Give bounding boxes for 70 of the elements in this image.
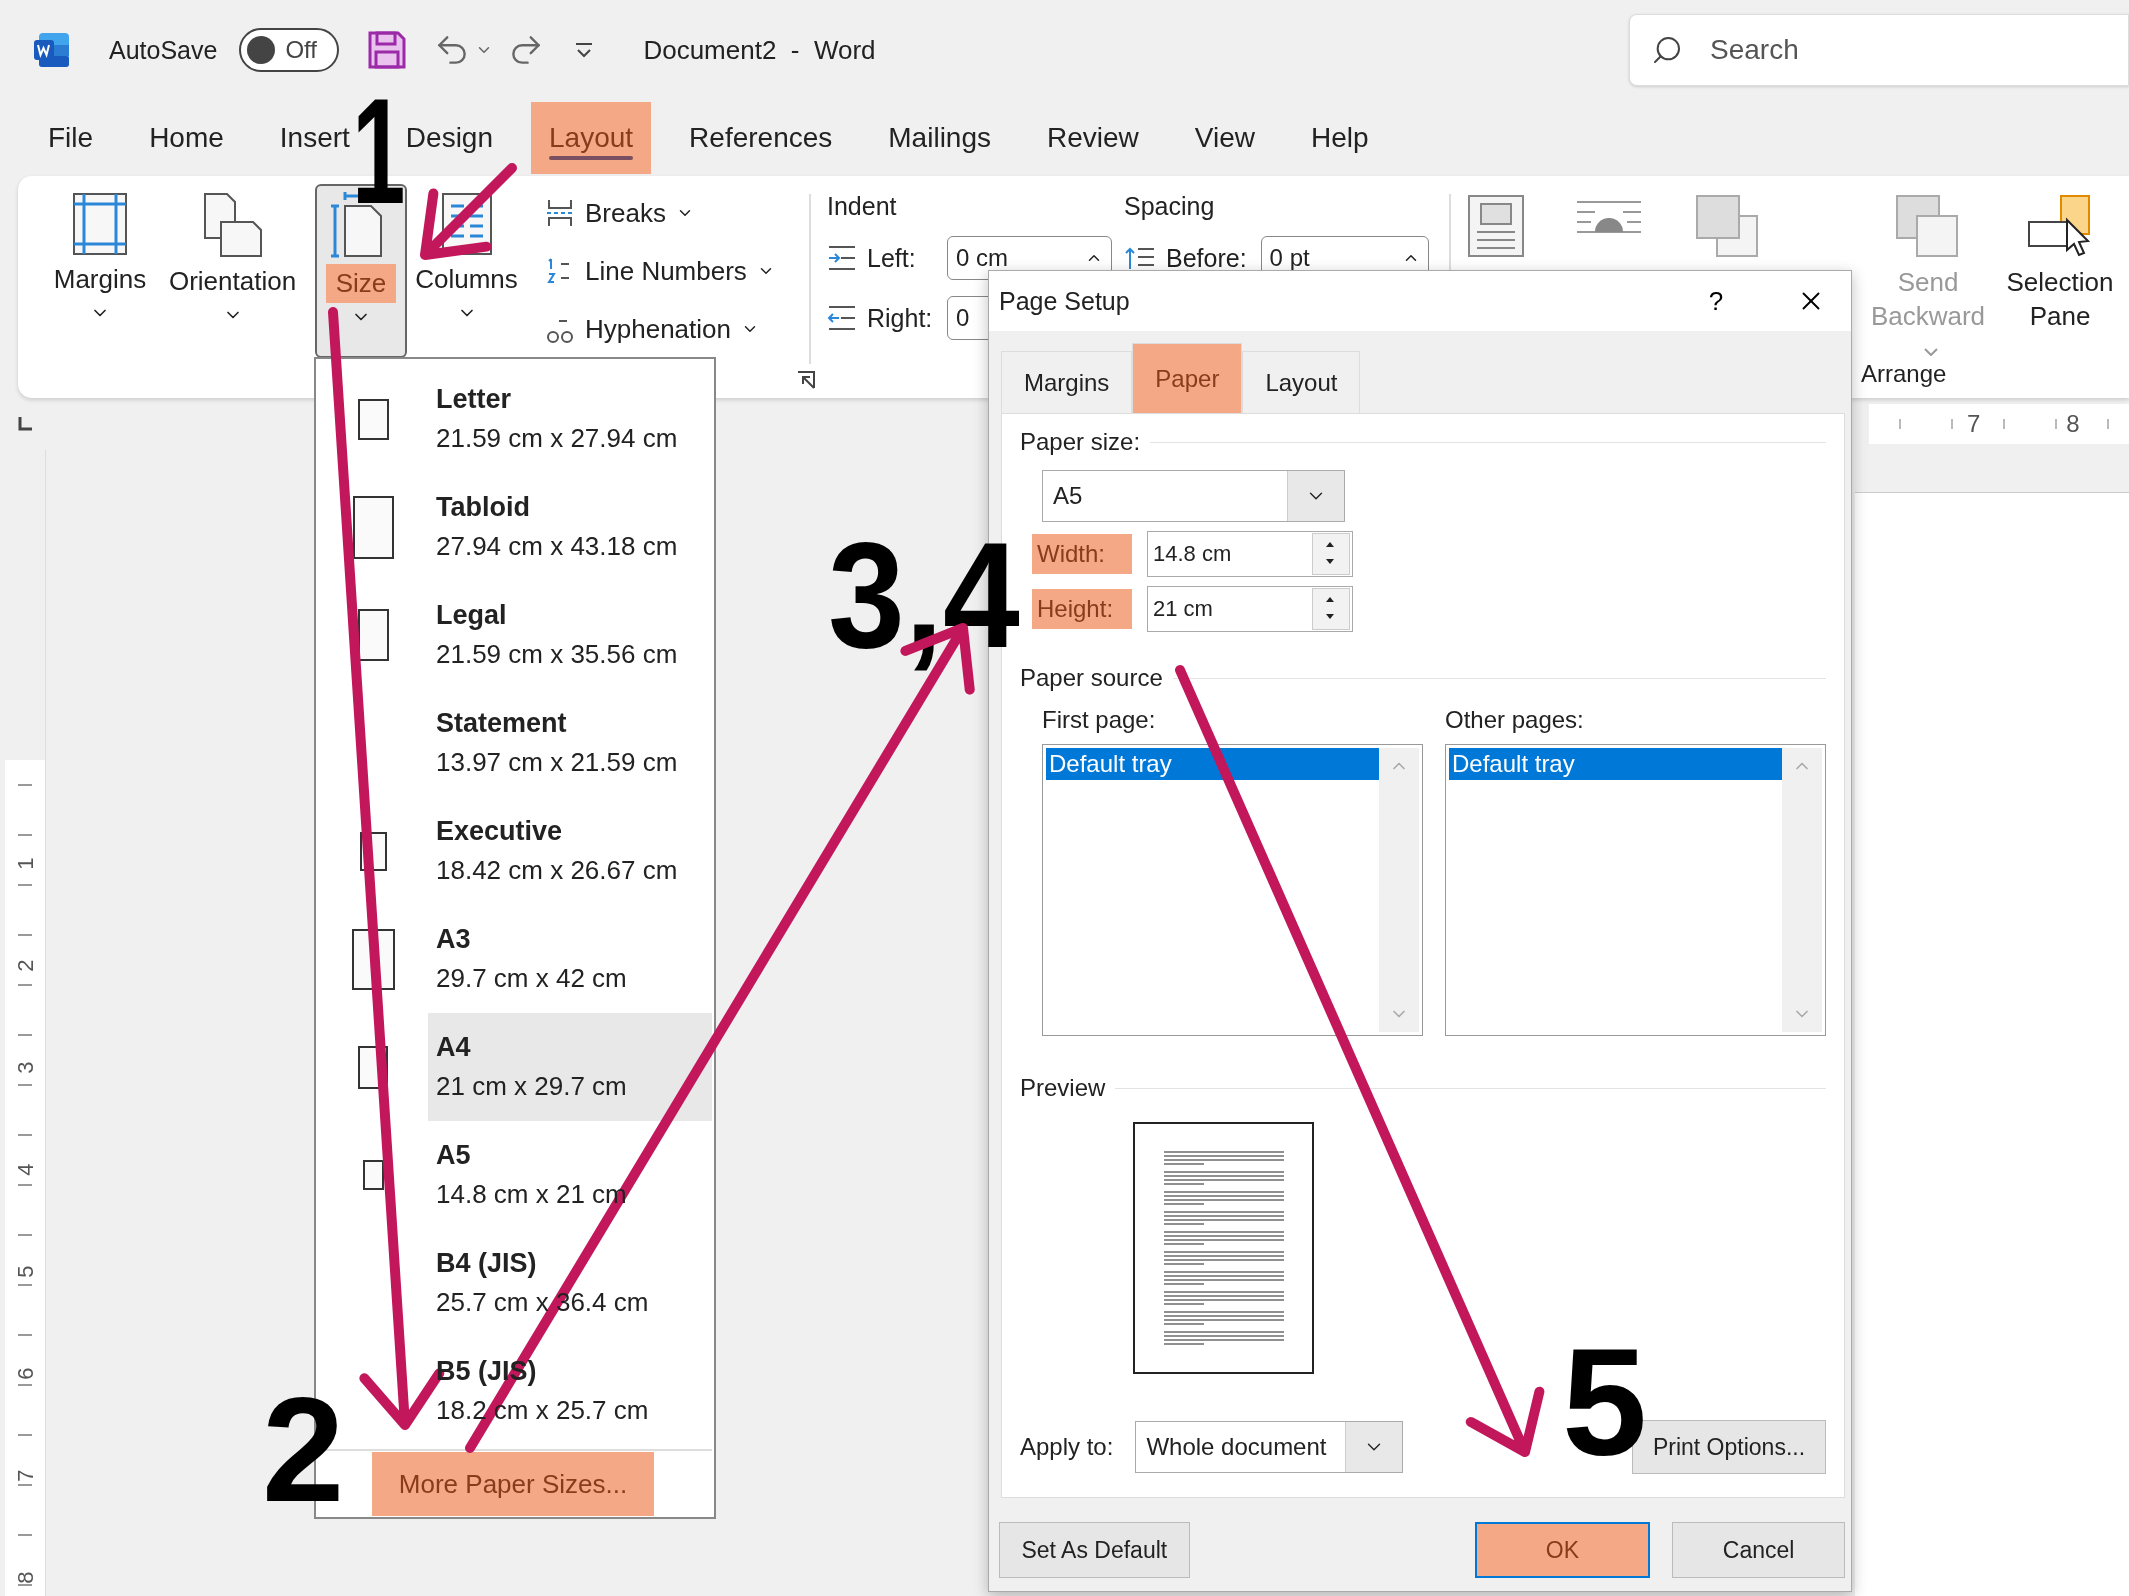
ribbon-button[interactable]: Margins bbox=[35, 184, 165, 344]
save-icon[interactable] bbox=[367, 30, 408, 70]
menu-item[interactable]: A4 21 cm x 29.7 cm bbox=[318, 1013, 712, 1121]
menu-tab[interactable]: References bbox=[671, 102, 851, 174]
menu-tab[interactable]: File bbox=[30, 102, 112, 174]
section-heading: Paper source bbox=[1020, 664, 1163, 692]
group-title: Arrange bbox=[1861, 360, 1947, 388]
dimension-field[interactable]: 14.8 cm bbox=[1147, 531, 1353, 577]
menu-tab[interactable]: Design bbox=[387, 102, 512, 174]
page-size-icon bbox=[357, 609, 389, 661]
ribbon-button[interactable]: Columns bbox=[409, 184, 524, 344]
ribbon-button[interactable]: Line Numbers bbox=[539, 246, 809, 296]
ribbon-button[interactable]: Breaks bbox=[539, 188, 809, 238]
field-label: Height: bbox=[1032, 589, 1132, 629]
menu-item[interactable]: More Paper Sizes... bbox=[372, 1452, 654, 1516]
menu-tab[interactable]: Review bbox=[1029, 102, 1157, 174]
tray-list[interactable]: Default tray bbox=[1042, 744, 1423, 1036]
dialog-button[interactable]: OK bbox=[1474, 1522, 1651, 1578]
menu-tab[interactable]: View bbox=[1176, 102, 1273, 174]
dialog-button[interactable]: Set As Default bbox=[999, 1522, 1190, 1578]
apply-to-select[interactable]: Whole document bbox=[1135, 1421, 1404, 1473]
ribbon-button[interactable]: Selection Pane bbox=[2001, 176, 2119, 398]
spacing-before-icon bbox=[1124, 245, 1156, 271]
menu-tab[interactable]: Help bbox=[1293, 102, 1387, 174]
group-title: Spacing bbox=[1124, 192, 1216, 221]
search-icon bbox=[1651, 34, 1683, 66]
list-item[interactable]: Default tray bbox=[1449, 748, 1782, 780]
page-size-icon bbox=[352, 495, 394, 559]
autosave-toggle[interactable]: Off bbox=[239, 28, 340, 72]
dialog-button[interactable]: Cancel bbox=[1672, 1522, 1845, 1578]
word-logo-icon bbox=[33, 31, 71, 69]
breaks-icon bbox=[545, 198, 575, 228]
dialog-title: Page Setup bbox=[999, 286, 1130, 316]
window-title: Document2 - Word bbox=[643, 34, 876, 66]
ribbon-button[interactable]: Orientation bbox=[165, 184, 300, 344]
menu-tab[interactable]: Mailings bbox=[870, 102, 1009, 174]
help-button[interactable]: ? bbox=[1691, 284, 1741, 318]
dimension-field[interactable]: 21 cm bbox=[1147, 586, 1353, 632]
section-heading: Paper size: bbox=[1020, 428, 1141, 456]
autosave-label: AutoSave bbox=[109, 35, 218, 65]
field-label: Left: bbox=[867, 243, 917, 273]
section-heading: Preview bbox=[1020, 1074, 1106, 1102]
list-label: Other pages: bbox=[1445, 706, 1585, 734]
dialog-tab[interactable]: Layout bbox=[1242, 351, 1361, 413]
field-label: Apply to: bbox=[1020, 1433, 1114, 1461]
dialog-tab[interactable]: Paper bbox=[1132, 343, 1243, 413]
field-label: Right: bbox=[867, 303, 934, 333]
step-number: 3,4 bbox=[828, 520, 1020, 670]
tab-selector-icon[interactable] bbox=[18, 417, 32, 431]
menu-tab[interactable]: Layout bbox=[531, 102, 652, 174]
margins-icon bbox=[72, 192, 128, 256]
paper-size-select[interactable]: A5 bbox=[1042, 470, 1345, 522]
dialog-launcher-icon[interactable] bbox=[796, 370, 816, 390]
indent-left-icon bbox=[827, 245, 857, 271]
menu-tab[interactable]: Home bbox=[131, 102, 242, 174]
ribbon-button[interactable]: Hyphenation bbox=[539, 304, 809, 354]
group-title: Indent bbox=[827, 192, 898, 221]
send-backward-icon bbox=[1895, 194, 1961, 260]
indent-right-icon bbox=[827, 305, 857, 331]
search-field[interactable]: Search bbox=[1629, 14, 2129, 86]
page-size-icon bbox=[362, 1160, 384, 1190]
tray-list[interactable]: Default tray bbox=[1445, 744, 1826, 1036]
position-icon[interactable] bbox=[1467, 194, 1525, 258]
page-size-icon bbox=[357, 398, 389, 440]
list-label: First page: bbox=[1042, 706, 1157, 734]
field-label: Before: bbox=[1166, 243, 1247, 273]
dialog-tab[interactable]: Margins bbox=[1001, 351, 1133, 413]
field-label: Width: bbox=[1032, 534, 1132, 574]
list-item[interactable]: Default tray bbox=[1046, 748, 1379, 780]
chevron-down-icon bbox=[1924, 347, 1938, 356]
